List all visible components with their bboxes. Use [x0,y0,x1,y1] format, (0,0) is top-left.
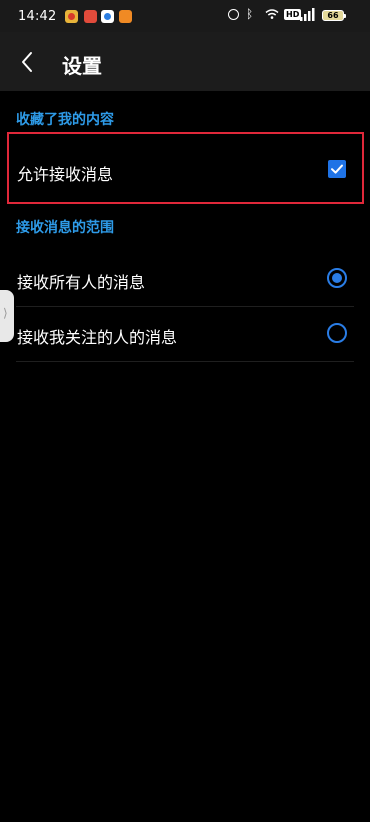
battery-level: 66 [327,11,339,20]
status-bar: 14:42 ᛒ HD 66 [0,0,370,32]
alarm-icon [228,9,239,20]
allow-messages-label: 允许接收消息 [17,165,114,184]
scope-option-all[interactable]: 接收所有人的消息 [0,252,370,306]
chevron-right-icon: ⟩ [3,306,8,320]
allow-messages-checkbox[interactable] [328,160,346,178]
scope-option-following-label: 接收我关注的人的消息 [17,328,178,347]
allow-messages-row[interactable]: 允许接收消息 [0,144,370,198]
check-icon [331,164,343,174]
scope-all-radio[interactable] [327,268,347,288]
header-bar: 设置 [0,32,370,91]
scope-option-following[interactable]: 接收我关注的人的消息 [0,307,370,361]
page-title: 设置 [62,54,102,78]
bluetooth-icon: ᛒ [246,7,254,21]
scope-option-all-label: 接收所有人的消息 [17,273,146,292]
back-icon[interactable] [14,48,42,76]
weibo-notification-icon [65,10,78,23]
app-notification-icon [101,10,114,23]
app-notification-icon [119,10,132,23]
app-notification-icon [84,10,97,23]
hd-icon: HD [284,9,302,20]
wifi-icon [265,9,279,19]
scope-following-radio[interactable] [327,323,347,343]
status-time: 14:42 [18,9,57,24]
section-label-favorites: 收藏了我的内容 [16,112,114,128]
divider [16,361,354,362]
section-label-scope: 接收消息的范围 [16,220,114,236]
side-edge-handle[interactable]: ⟩ [0,290,14,342]
signal-icon [300,8,315,21]
battery-icon: 66 [322,10,346,21]
